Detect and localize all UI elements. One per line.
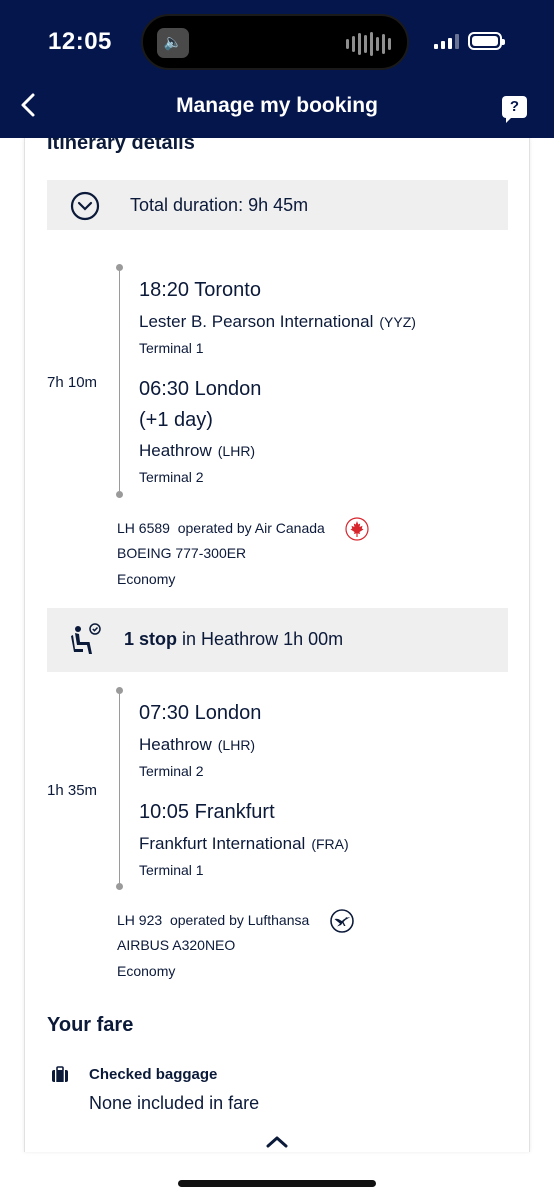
dynamic-island: 🔈 [141,14,409,70]
clock-chevron-icon [70,191,100,221]
departure-time-city: 07:30 London [139,702,262,724]
arrival-airport: Heathrow (LHR) [139,441,256,460]
segment-duration: 7h 10m [47,374,98,391]
total-duration-text: Total duration: 9h 45m [130,195,309,215]
help-chat-icon[interactable]: ? [502,96,527,123]
fare-item-label: Checked baggage [89,1066,218,1083]
seated-passenger-icon [71,623,101,654]
battery-icon [468,32,505,50]
cabin-class: Economy [117,571,176,587]
air-canada-logo-icon [345,517,369,541]
chevron-up-icon[interactable] [265,1135,289,1149]
itinerary-title: Itinerary details [47,138,195,154]
timeline-dot [116,491,123,498]
timeline-line [119,694,120,884]
cellular-signal-icon [434,34,459,49]
stopover-bar: 1 stop in Heathrow 1h 00m [47,608,508,672]
fare-title: Your fare [47,1014,134,1036]
lufthansa-crane-logo-icon [330,909,354,933]
audio-wave-icon [346,32,391,56]
arrival-time-city: 10:05 Frankfurt [139,801,275,823]
departure-airport: Lester B. Pearson International (YYZ) [139,312,416,331]
segment-duration: 1h 35m [47,782,98,799]
timeline-dot [116,264,123,271]
flight-operator: LH 923 operated by Lufthansa [117,912,310,928]
timeline-dot [116,883,123,890]
speaker-icon: 🔈 [157,28,189,58]
top-header: 12:05 🔈 Manage my booking ? [0,0,554,138]
arrival-terminal: Terminal 1 [139,862,204,878]
timeline-dot [116,687,123,694]
arrival-terminal: Terminal 2 [139,469,204,485]
aircraft-type: AIRBUS A320NEO [117,937,236,953]
departure-terminal: Terminal 2 [139,763,204,779]
arrival-airport: Frankfurt International (FRA) [139,834,349,853]
cabin-class: Economy [117,963,176,979]
departure-airport: Heathrow (LHR) [139,735,256,754]
flight-operator: LH 6589 operated by Air Canada [117,520,325,536]
aircraft-type: BOEING 777-300ER [117,545,247,561]
status-time: 12:05 [48,28,112,55]
page-title: Manage my booking [176,94,378,117]
arrival-time-city: 06:30 London [139,378,262,400]
stopover-text: 1 stop in Heathrow 1h 00m [124,629,344,649]
fare-item-value: None included in fare [89,1093,260,1113]
home-indicator[interactable] [178,1180,376,1187]
baggage-icon [52,1066,68,1082]
timeline-line [119,271,120,491]
departure-time-city: 18:20 Toronto [139,279,261,301]
total-duration-bar: Total duration: 9h 45m [47,180,508,230]
booking-card: Itinerary details Total duration: 9h 45m… [24,138,530,1152]
departure-terminal: Terminal 1 [139,340,204,356]
arrival-day-offset: (+1 day) [139,409,213,431]
